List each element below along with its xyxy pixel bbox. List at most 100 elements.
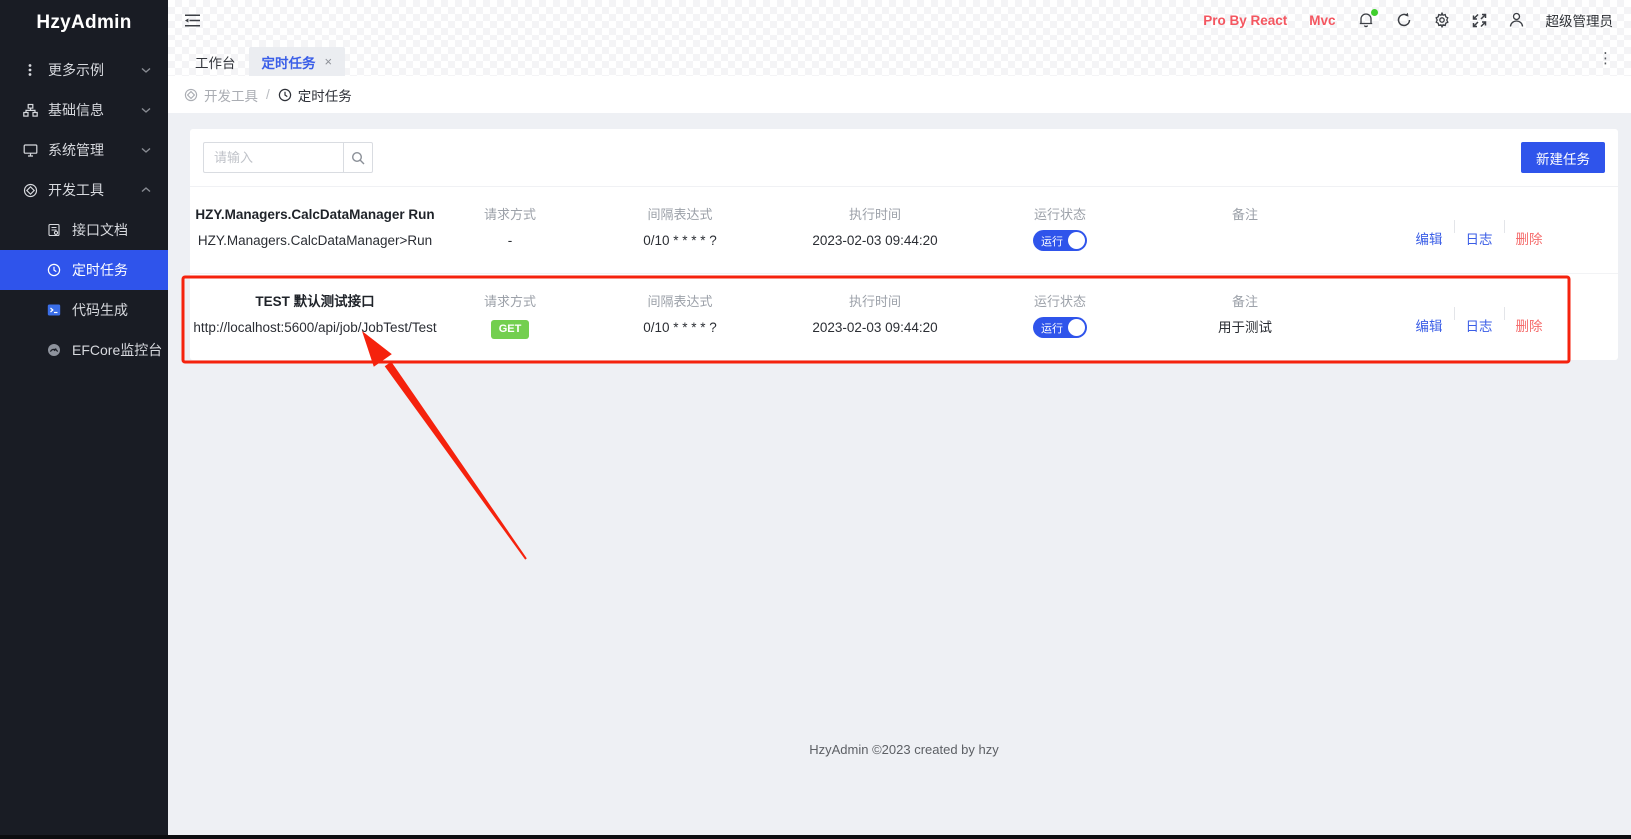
sidebar-item-efcore-monitor[interactable]: EFCore监控台 [0, 330, 168, 370]
sidebar-item-label: 代码生成 [72, 300, 152, 320]
document-icon [46, 222, 62, 238]
sidebar-item-code-generation[interactable]: 代码生成 [0, 290, 168, 330]
tab-bar: 工作台 定时任务 × ⋮ [168, 40, 1631, 76]
exec-time-value: 2023-02-03 09:44:20 [780, 314, 970, 341]
table-row: TEST 默认测试接口 http://localhost:5600/api/jo… [190, 273, 1618, 360]
sidebar-item-label: 系统管理 [48, 140, 140, 160]
delete-link[interactable]: 删除 [1516, 317, 1543, 337]
log-link[interactable]: 日志 [1466, 230, 1493, 250]
exec-time-cell: 执行时间 2023-02-03 09:44:20 [780, 202, 970, 254]
remark-cell: 备注 用于测试 [1150, 289, 1340, 341]
new-task-button[interactable]: 新建任务 [1521, 142, 1605, 173]
task-subtitle: HZY.Managers.CalcDataManager>Run [190, 227, 440, 254]
divider [1504, 220, 1505, 233]
tab-workbench[interactable]: 工作台 [182, 47, 249, 76]
app-logo: HzyAdmin [0, 0, 168, 46]
method-cell: 请求方式 GET [440, 289, 580, 341]
toggle-knob [1068, 319, 1085, 336]
run-state-cell: 运行状态 运行 [970, 202, 1150, 254]
chevron-down-icon [140, 104, 152, 116]
sidebar-item-more-examples[interactable]: 更多示例 [0, 50, 168, 90]
main-area: Pro By React Mvc 超级管理员 [168, 0, 1631, 835]
divider [1504, 307, 1505, 320]
sidebar-item-system-management[interactable]: 系统管理 [0, 130, 168, 170]
card-toolbar: 新建任务 [190, 142, 1618, 186]
ellipsis-icon [22, 62, 38, 78]
sidebar-item-label: 开发工具 [48, 180, 140, 200]
breadcrumb: 开发工具 / 定时任务 [168, 76, 1631, 113]
task-title: HZY.Managers.CalcDataManager Run [190, 202, 440, 227]
run-state-cell: 运行状态 运行 [970, 289, 1150, 341]
notification-icon[interactable] [1358, 12, 1374, 29]
sidebar-item-basic-info[interactable]: 基础信息 [0, 90, 168, 130]
task-title: TEST 默认测试接口 [190, 289, 440, 314]
edit-link[interactable]: 编辑 [1416, 317, 1443, 337]
mvc-link[interactable]: Mvc [1309, 13, 1335, 28]
sidebar-nav: 更多示例 基础信息 系统管理 [0, 46, 168, 370]
tab-options-icon[interactable]: ⋮ [1594, 49, 1617, 67]
sidebar-item-dev-tools[interactable]: 开发工具 [0, 170, 168, 210]
task-title-cell: TEST 默认测试接口 http://localhost:5600/api/jo… [190, 289, 440, 341]
app-root: HzyAdmin 更多示例 基础信息 [0, 0, 1631, 839]
task-subtitle: http://localhost:5600/api/job/JobTest/Te… [190, 314, 440, 341]
method-value: - [440, 227, 580, 254]
breadcrumb-parent[interactable]: 开发工具 [184, 85, 258, 105]
sidebar: HzyAdmin 更多示例 基础信息 [0, 0, 168, 835]
api-icon [184, 88, 198, 102]
log-link[interactable]: 日志 [1466, 317, 1493, 337]
delete-link[interactable]: 删除 [1516, 230, 1543, 250]
org-chart-icon [22, 102, 38, 118]
cron-cell: 间隔表达式 0/10 * * * * ? [580, 202, 780, 254]
sidebar-item-label: 定时任务 [72, 260, 152, 280]
task-title-cell: HZY.Managers.CalcDataManager Run HZY.Man… [190, 202, 440, 254]
run-state-toggle[interactable]: 运行 [1033, 230, 1087, 251]
get-method-badge: GET [491, 320, 530, 339]
tab-scheduled-tasks[interactable]: 定时任务 × [249, 47, 346, 76]
notification-dot [1371, 9, 1378, 16]
footer-text: HzyAdmin ©2023 created by hzy [190, 742, 1618, 757]
method-cell: 请求方式 - [440, 202, 580, 254]
breadcrumb-separator: / [266, 87, 270, 102]
search-icon [351, 151, 365, 165]
breadcrumb-current: 定时任务 [278, 85, 352, 105]
current-user-name[interactable]: 超级管理员 [1546, 10, 1614, 30]
sidebar-item-label: 基础信息 [48, 100, 140, 120]
task-list-card: 新建任务 HZY.Managers.CalcDataManager Run HZ… [190, 129, 1618, 360]
search-input[interactable] [203, 142, 343, 173]
edit-link[interactable]: 编辑 [1416, 230, 1443, 250]
search-button[interactable] [343, 142, 373, 173]
tab-label: 工作台 [195, 52, 236, 72]
user-icon[interactable] [1509, 12, 1524, 28]
toggle-knob [1068, 232, 1085, 249]
settings-gear-icon[interactable] [1434, 12, 1450, 28]
topbar: Pro By React Mvc 超级管理员 [168, 0, 1631, 40]
sidebar-item-scheduled-tasks[interactable]: 定时任务 [0, 250, 168, 290]
remark-value: 用于测试 [1150, 314, 1340, 341]
actions-cell: 编辑 日志 删除 [1340, 289, 1618, 341]
tab-label: 定时任务 [262, 52, 316, 72]
run-state-toggle[interactable]: 运行 [1033, 317, 1087, 338]
monitor-icon [22, 142, 38, 158]
divider [1454, 307, 1455, 320]
clock-icon [46, 262, 62, 278]
cron-cell: 间隔表达式 0/10 * * * * ? [580, 289, 780, 341]
close-icon[interactable]: × [325, 55, 333, 68]
bottom-black-bar [0, 835, 1631, 839]
pro-by-react-link[interactable]: Pro By React [1203, 13, 1287, 28]
fullscreen-icon[interactable] [1472, 13, 1487, 28]
topbar-right: Pro By React Mvc 超级管理员 [1203, 10, 1613, 30]
chevron-up-icon [140, 184, 152, 196]
code-icon [46, 302, 62, 318]
exec-time-value: 2023-02-03 09:44:20 [780, 227, 970, 254]
remark-cell: 备注 [1150, 202, 1340, 254]
sidebar-item-label: 更多示例 [48, 60, 140, 80]
refresh-icon[interactable] [1396, 12, 1412, 28]
sidebar-item-api-docs[interactable]: 接口文档 [0, 210, 168, 250]
menu-fold-icon[interactable] [184, 13, 201, 28]
api-icon [22, 182, 38, 198]
content-area: 新建任务 HZY.Managers.CalcDataManager Run HZ… [168, 113, 1631, 835]
clock-icon [278, 88, 292, 102]
cron-value: 0/10 * * * * ? [580, 314, 780, 341]
chevron-down-icon [140, 64, 152, 76]
exec-time-cell: 执行时间 2023-02-03 09:44:20 [780, 289, 970, 341]
